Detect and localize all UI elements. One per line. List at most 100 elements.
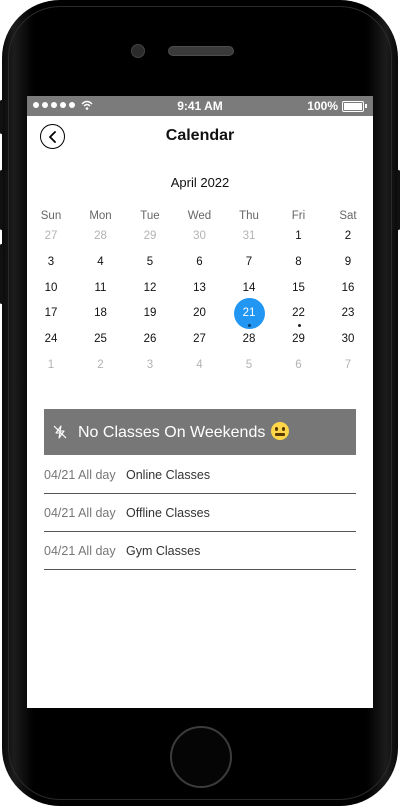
- calendar-week-row: 17 18 19 20 21 22 23: [27, 298, 373, 330]
- earpiece-speaker: [168, 46, 234, 56]
- calendar-day[interactable]: 16: [323, 278, 373, 304]
- calendar-day-number: 16: [341, 281, 355, 294]
- calendar-day-number: 9: [344, 255, 352, 268]
- calendar-day[interactable]: 30: [323, 329, 373, 355]
- calendar-day[interactable]: 5: [224, 355, 274, 381]
- event-title: Offline Classes: [126, 505, 210, 520]
- event-item[interactable]: 04/21 All day Online Classes: [44, 456, 356, 494]
- front-camera: [131, 44, 145, 58]
- calendar-day[interactable]: 29: [274, 329, 324, 355]
- calendar-day[interactable]: 9: [323, 252, 373, 278]
- calendar-day[interactable]: 3: [125, 355, 175, 381]
- event-date-time: 04/21 All day: [44, 544, 126, 558]
- calendar-week-row: 24 25 26 27 28 29 30: [27, 329, 373, 355]
- calendar-day[interactable]: 27: [175, 329, 225, 355]
- calendar-day[interactable]: 28: [224, 329, 274, 355]
- event-title: Online Classes: [126, 467, 211, 482]
- event-list: 04/21 All day Online Classes 04/21 All d…: [44, 456, 356, 570]
- calendar-day-number: 31: [242, 230, 256, 242]
- calendar-day[interactable]: 31: [224, 226, 274, 252]
- calendar-day[interactable]: 26: [125, 329, 175, 355]
- calendar-day[interactable]: 30: [175, 226, 225, 252]
- calendar-day[interactable]: 27: [27, 226, 76, 252]
- calendar-day[interactable]: 7: [224, 252, 274, 278]
- banner-text: No Classes On Weekends: [78, 422, 290, 442]
- event-date-time: 04/21 All day: [44, 506, 126, 520]
- calendar-day-number: 5: [245, 359, 253, 371]
- calendar-day-number: 30: [193, 230, 206, 242]
- calendar-day-number: 7: [245, 255, 253, 268]
- calendar-day-number: 18: [94, 307, 107, 320]
- calendar-day[interactable]: 4: [76, 252, 126, 278]
- mute-switch: [0, 100, 3, 134]
- calendar-day-number: 19: [143, 307, 157, 320]
- calendar-day-number: 28: [242, 333, 256, 346]
- weekend-notice-banner: No Classes On Weekends: [44, 409, 356, 455]
- event-item[interactable]: 04/21 All day Offline Classes: [44, 494, 356, 532]
- calendar-day-number: 23: [341, 307, 355, 320]
- calendar-day[interactable]: 1: [274, 226, 324, 252]
- calendar-week-row: 1 2 3 4 5 6 7: [27, 355, 373, 381]
- app-header: Calendar: [27, 116, 373, 156]
- calendar-day-number: 10: [44, 281, 58, 294]
- calendar-day-number: 3: [146, 359, 154, 371]
- calendar-day[interactable]: 5: [125, 252, 175, 278]
- calendar-day[interactable]: 23: [323, 303, 373, 329]
- calendar-day-number: 4: [196, 359, 203, 371]
- calendar-day[interactable]: 13: [175, 278, 225, 304]
- calendar-day-number: 30: [341, 333, 355, 346]
- calendar-day[interactable]: 22: [274, 303, 324, 329]
- calendar-day-number: 28: [94, 230, 107, 242]
- calendar-day-number: 17: [44, 307, 58, 320]
- event-date: 04/21: [44, 543, 76, 558]
- calendar-day-number: 29: [292, 333, 305, 346]
- calendar-day[interactable]: 6: [274, 355, 324, 381]
- calendar-day[interactable]: 3: [27, 252, 76, 278]
- calendar-day[interactable]: 25: [76, 329, 126, 355]
- battery-indicator: 100%: [307, 99, 367, 113]
- status-bar: 9:41 AM 100%: [27, 96, 373, 116]
- home-button[interactable]: [170, 726, 232, 788]
- calendar-day[interactable]: 18: [76, 303, 126, 329]
- calendar-day-selected[interactable]: 21: [224, 298, 274, 330]
- calendar-day[interactable]: 2: [76, 355, 126, 381]
- calendar-day[interactable]: 19: [125, 303, 175, 329]
- app-screen: 9:41 AM 100% Calendar April 2022 Sun Mon T…: [27, 96, 373, 708]
- calendar-day[interactable]: 7: [323, 355, 373, 381]
- calendar-day[interactable]: 20: [175, 303, 225, 329]
- calendar-day[interactable]: 12: [125, 278, 175, 304]
- calendar-day[interactable]: 4: [175, 355, 225, 381]
- calendar-day-number: 15: [292, 281, 305, 294]
- calendar-day[interactable]: 11: [76, 278, 126, 304]
- event-date-time: 04/21 All day: [44, 468, 126, 482]
- calendar-day-number: 6: [196, 255, 203, 268]
- calendar-day[interactable]: 29: [125, 226, 175, 252]
- calendar-day-number: 8: [295, 255, 302, 268]
- event-item[interactable]: 04/21 All day Gym Classes: [44, 532, 356, 570]
- calendar-day-number: 13: [193, 281, 206, 294]
- calendar-day[interactable]: 6: [175, 252, 225, 278]
- calendar-day-number: 2: [97, 359, 104, 371]
- event-date: 04/21: [44, 505, 76, 520]
- calendar-day-number: 1: [295, 230, 302, 242]
- calendar-day-number: 29: [143, 230, 157, 242]
- calendar-day[interactable]: 1: [27, 355, 76, 381]
- calendar-day[interactable]: 10: [27, 278, 76, 304]
- volume-down-button: [0, 244, 3, 304]
- calendar-day[interactable]: 24: [27, 329, 76, 355]
- month-label[interactable]: April 2022: [27, 175, 373, 190]
- calendar-day[interactable]: 17: [27, 303, 76, 329]
- calendar-day[interactable]: 2: [323, 226, 373, 252]
- calendar-day[interactable]: 15: [274, 278, 324, 304]
- calendar-day[interactable]: 28: [76, 226, 126, 252]
- calendar-day-number: 20: [193, 307, 206, 320]
- calendar-day-number: 4: [97, 255, 104, 268]
- calendar-day-number: 12: [143, 281, 157, 294]
- calendar-day-number: 27: [193, 333, 206, 346]
- banner-label: No Classes On Weekends: [78, 424, 266, 441]
- event-time: All day: [78, 505, 116, 520]
- event-title: Gym Classes: [126, 543, 201, 558]
- battery-icon: [342, 100, 364, 112]
- calendar-day[interactable]: 8: [274, 252, 324, 278]
- volume-up-button: [0, 170, 3, 230]
